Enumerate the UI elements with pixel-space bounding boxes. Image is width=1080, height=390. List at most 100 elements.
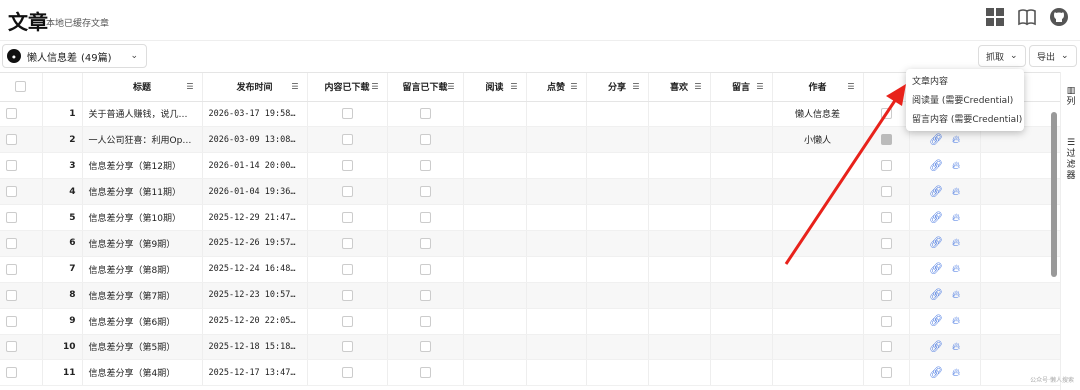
row-select-cell[interactable] (0, 334, 43, 361)
filter-icon[interactable]: ☰ (570, 82, 577, 91)
row-select-cell[interactable] (0, 152, 43, 180)
filter-icon[interactable]: ☰ (291, 82, 298, 91)
fire-icon[interactable]: 🔥︎ (952, 236, 960, 250)
content-downloaded-checkbox (341, 289, 353, 301)
row-title: 关于普通人赚钱，说几句... (82, 101, 203, 128)
link-icon[interactable]: 🔗︎ (929, 133, 943, 147)
row-checkbox[interactable] (6, 367, 17, 379)
column-header-shares[interactable]: 分享 ☰ (586, 73, 649, 102)
fire-icon[interactable]: 🔥︎ (952, 159, 960, 173)
fire-icon[interactable]: 🔥︎ (952, 262, 960, 276)
row-comments (710, 101, 773, 128)
link-icon[interactable]: 🔗︎ (929, 185, 943, 199)
row-favorites (648, 282, 711, 309)
link-icon[interactable]: 🔗︎ (929, 366, 943, 380)
column-header-extra[interactable] (863, 73, 910, 102)
row-select-cell[interactable] (0, 230, 43, 257)
row-checkbox[interactable] (6, 108, 17, 120)
filter-icon[interactable]: ☰ (694, 82, 701, 91)
table-row[interactable]: 5 信息差分享（第10期） 2025-12-29 21:47:26 🔗︎ 🔥︎ (0, 204, 1060, 231)
filter-icon[interactable]: ☰ (510, 82, 517, 91)
fetch-button[interactable]: 抓取 ⌄ (978, 45, 1026, 67)
book-icon[interactable] (1016, 6, 1038, 28)
menu-item-comment-content[interactable]: 留言内容 (需要Credential) (906, 111, 1024, 130)
row-status-checkbox (880, 108, 892, 120)
row-select-cell[interactable] (0, 359, 43, 387)
link-icon[interactable]: 🔗︎ (929, 314, 943, 328)
table-row[interactable]: 1 关于普通人赚钱，说几句... 2026-03-17 19:58:44 懒人信… (0, 101, 1060, 128)
row-select-cell[interactable] (0, 126, 43, 154)
table-row[interactable]: 8 信息差分享（第7期） 2025-12-23 10:57:36 🔗︎ 🔥︎ (0, 282, 1060, 309)
row-extra (863, 126, 910, 154)
row-select-cell[interactable] (0, 178, 43, 206)
table-row[interactable]: 3 信息差分享（第12期） 2026-01-14 20:00:00 🔗︎ 🔥︎ (0, 152, 1060, 180)
row-checkbox[interactable] (6, 263, 17, 275)
row-checkbox[interactable] (6, 186, 17, 198)
row-checkbox[interactable] (6, 289, 17, 301)
select-all-header[interactable] (0, 73, 43, 102)
fire-icon[interactable]: 🔥︎ (952, 211, 960, 225)
row-author (772, 230, 864, 257)
filter-icon[interactable]: ☰ (756, 82, 763, 91)
link-icon[interactable]: 🔗︎ (929, 262, 943, 276)
select-all-checkbox[interactable] (15, 81, 27, 93)
link-icon[interactable]: 🔗︎ (929, 340, 943, 354)
table-row[interactable]: 6 信息差分享（第9期） 2025-12-26 19:57:33 🔗︎ 🔥︎ (0, 230, 1060, 257)
fire-icon[interactable]: 🔥︎ (952, 314, 960, 328)
column-header-favorites[interactable]: 喜欢 ☰ (648, 73, 711, 102)
row-extra (863, 256, 910, 283)
fire-icon[interactable]: 🔥︎ (952, 133, 960, 147)
table-row[interactable]: 9 信息差分享（第6期） 2025-12-20 22:05:22 🔗︎ 🔥︎ (0, 308, 1060, 335)
grid-icon[interactable] (984, 6, 1006, 28)
table-row[interactable]: 4 信息差分享（第11期） 2026-01-04 19:36:41 🔗︎ 🔥︎ (0, 178, 1060, 206)
row-checkbox[interactable] (6, 237, 17, 249)
column-header-comments-downloaded[interactable]: 留言已下载 ☰ (387, 73, 464, 102)
vertical-scrollbar[interactable] (1051, 112, 1057, 277)
column-header-reads[interactable]: 阅读 ☰ (463, 73, 527, 102)
menu-item-read-count[interactable]: 阅读量 (需要Credential) (906, 92, 1024, 111)
table-row[interactable]: 10 信息差分享（第5期） 2025-12-18 15:18:52 🔗︎ 🔥︎ (0, 334, 1060, 361)
row-select-cell[interactable] (0, 282, 43, 309)
export-button[interactable]: 导出 ⌄ (1029, 45, 1077, 67)
row-select-cell[interactable] (0, 204, 43, 231)
table-row[interactable]: 11 信息差分享（第4期） 2025-12-17 13:47:29 🔗︎ 🔥︎ (0, 359, 1060, 387)
link-icon[interactable]: 🔗︎ (929, 236, 943, 250)
filter-icon[interactable]: ☰ (371, 82, 378, 91)
row-select-cell[interactable] (0, 101, 43, 128)
row-select-cell[interactable] (0, 256, 43, 283)
filter-icon[interactable]: ☰ (632, 82, 639, 91)
columns-toggle[interactable]: ▥ 列 (1065, 86, 1077, 108)
fire-icon[interactable]: 🔥︎ (952, 366, 960, 380)
table-row[interactable]: 2 一人公司狂喜：利用Ope... 2026-03-09 13:08:14 小懒… (0, 126, 1060, 154)
account-selector[interactable]: ● 懒人信息差 (49篇) ⌄ (2, 44, 147, 68)
row-checkbox[interactable] (6, 134, 17, 146)
row-checkbox[interactable] (6, 341, 17, 353)
filter-icon[interactable]: ☰ (447, 82, 454, 91)
github-icon[interactable] (1048, 6, 1070, 28)
link-icon[interactable]: 🔗︎ (929, 288, 943, 302)
column-header-likes[interactable]: 点赞 ☰ (526, 73, 587, 102)
filter-icon[interactable]: ☰ (847, 82, 854, 91)
row-checkbox[interactable] (6, 160, 17, 172)
row-select-cell[interactable] (0, 308, 43, 335)
link-icon[interactable]: 🔗︎ (929, 159, 943, 173)
row-status-checkbox (880, 315, 892, 327)
column-header-date[interactable]: 发布时间 ☰ (202, 73, 308, 102)
fire-icon[interactable]: 🔥︎ (952, 340, 960, 354)
row-number: 10 (42, 334, 83, 361)
fire-icon[interactable]: 🔥︎ (952, 185, 960, 199)
table-row[interactable]: 7 信息差分享（第8期） 2025-12-24 16:48:31 🔗︎ 🔥︎ (0, 256, 1060, 283)
fire-icon[interactable]: 🔥︎ (952, 288, 960, 302)
link-icon[interactable]: 🔗︎ (929, 211, 943, 225)
menu-item-article-content[interactable]: 文章内容 (906, 73, 1024, 92)
row-actions: 🔗︎ 🔥︎ (909, 308, 981, 335)
filter-icon[interactable]: ☰ (186, 82, 193, 91)
row-favorites (648, 334, 711, 361)
column-header-content-downloaded[interactable]: 内容已下载 ☰ (307, 73, 388, 102)
row-checkbox[interactable] (6, 212, 17, 223)
column-header-comments[interactable]: 留言 ☰ (710, 73, 773, 102)
row-checkbox[interactable] (6, 315, 17, 327)
column-header-author[interactable]: 作者 ☰ (772, 73, 864, 102)
filter-toggle[interactable]: ☰ 过滤器 (1065, 138, 1077, 182)
column-header-title[interactable]: 标题 ☰ (82, 73, 203, 102)
